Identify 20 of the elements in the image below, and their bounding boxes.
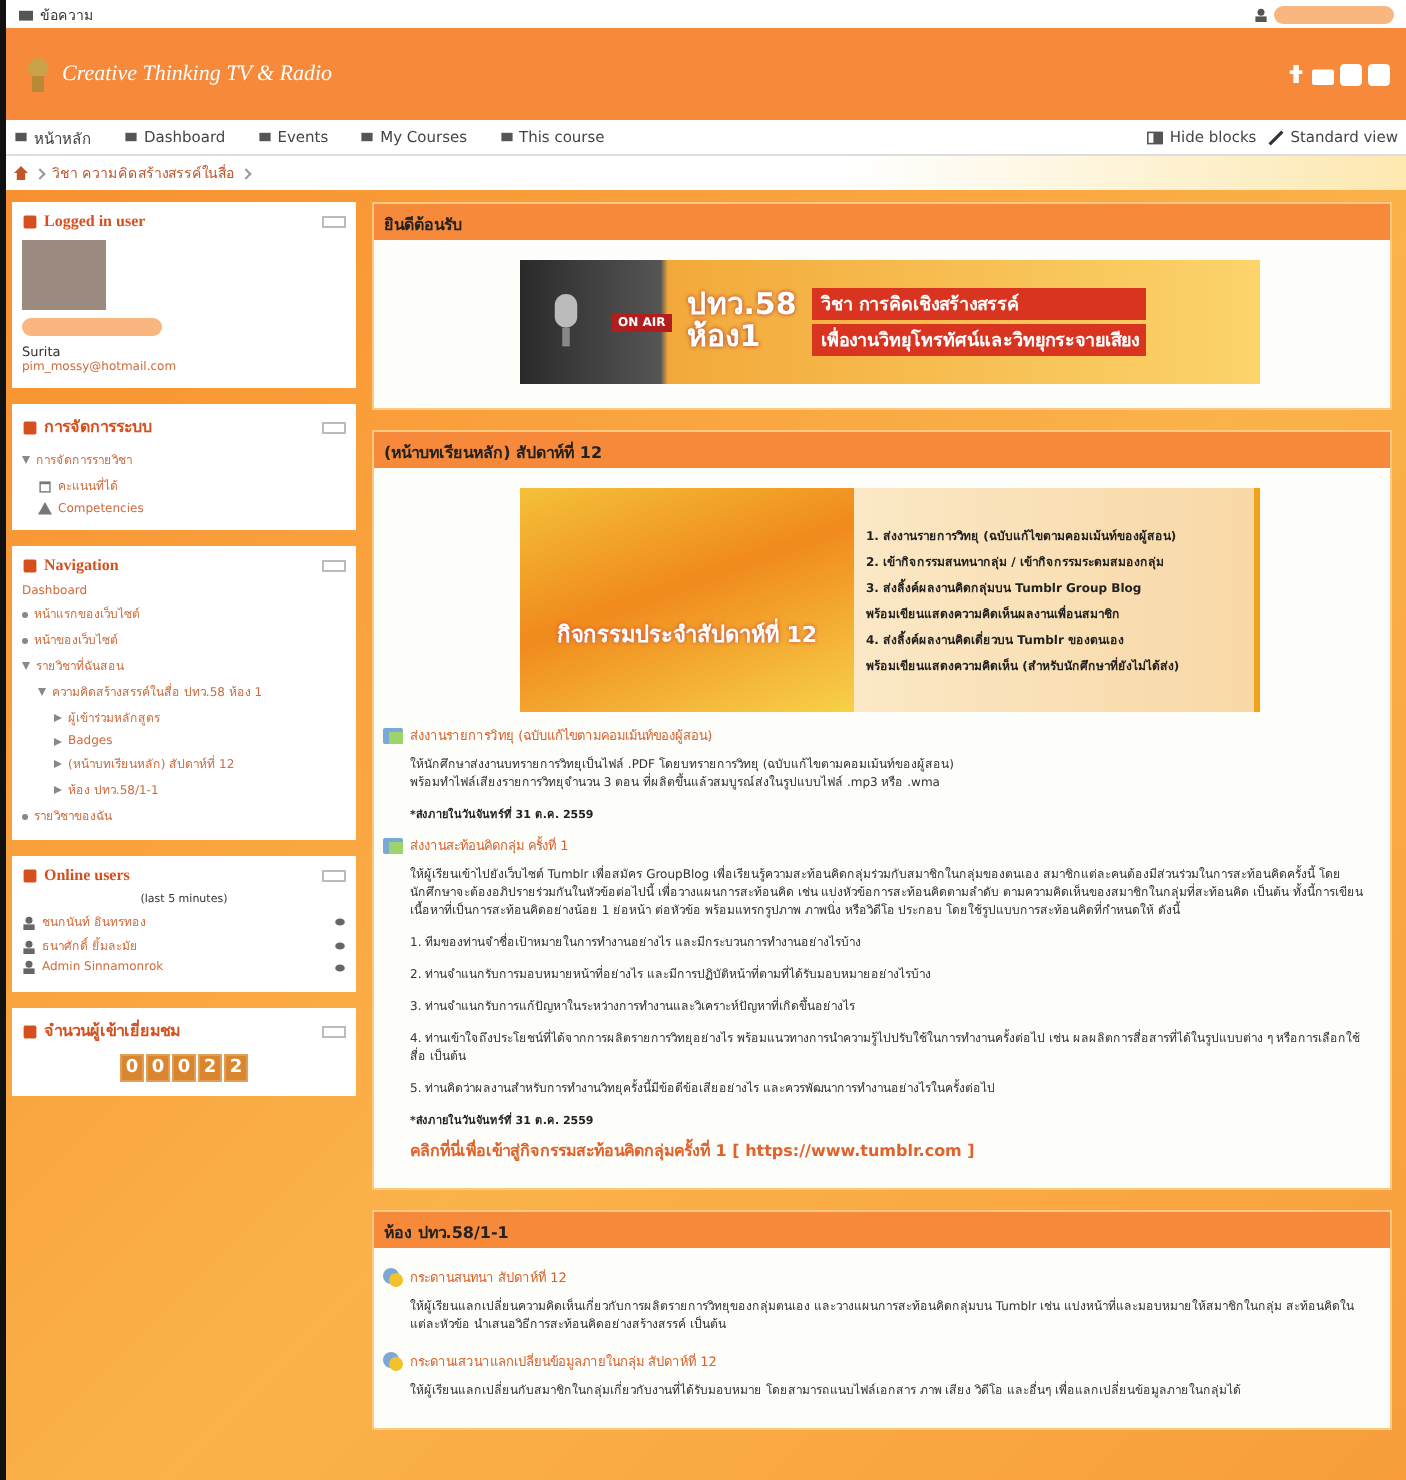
banner-heading: ปทว.58 [687,290,797,322]
banner-subtitle: เพื่องานวิทยุโทรทัศน์และวิทยุกระจายเสียง [812,324,1147,356]
block-title: Online users [44,866,130,884]
block-title: จำนวนผู้เข้าเยี่ยมชม [44,1018,180,1044]
counter-digit: 2 [198,1054,222,1082]
banner-subtitle: วิชา การคิดเชิงสร้างสรรค์ [812,288,1147,320]
banner-caption: กิจกรรมประจำสัปดาห์ที่ 12 [556,616,818,652]
banner-heading: ห้อง1 [687,322,763,354]
block-title: Navigation [44,556,119,574]
counter-digit: 0 [120,1054,144,1082]
counter-digit: 2 [224,1054,248,1082]
section-title: ห้อง ปทว.58/1-1 [374,1212,1390,1248]
section-title: (หน้าบทเรียนหลัก) สัปดาห์ที่ 12 [374,432,1390,468]
block-title: Logged in user [44,212,146,230]
section-title: ยินดีต้อนรับ [374,204,1390,240]
counter-digit: 0 [172,1054,196,1082]
activity-link[interactable]: คลิกที่นี่เพื่อเข้าสู่กิจกรรมสะท้อนคิดกลุ่มครั้งที่ 1 [ https://www.tumblr.com ] [410,1142,975,1160]
site-name[interactable]: Creative Thinking TV & Radio [62,62,333,86]
block-title: การจัดการระบบ [44,416,152,440]
counter-digit: 0 [146,1054,170,1082]
